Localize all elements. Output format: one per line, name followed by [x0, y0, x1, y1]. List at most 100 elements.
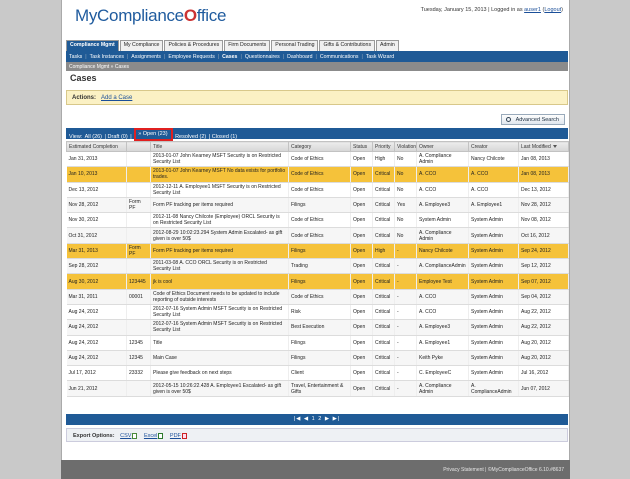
table-row[interactable]: Jul 17, 2012 23332 Please give feedback on… — [66, 365, 569, 382]
table-row[interactable]: Nov 28, 2012 Form PF Form PF tracking per … — [66, 197, 569, 214]
logo: MyComplianceOffice — [75, 6, 227, 25]
view-all[interactable]: All (26) — [85, 134, 102, 140]
col-priority[interactable]: Priority — [372, 141, 395, 152]
actions-bar: Actions: Add a Case — [66, 90, 568, 105]
table-row[interactable]: Nov 30, 2012 2012-11-08 Nancy Chilcote (E… — [66, 212, 569, 229]
view-open[interactable]: » Open (23) — [134, 128, 173, 141]
subnav-task-wizard[interactable]: Task Wizard — [366, 54, 394, 60]
table-cell: Yes — [394, 197, 417, 214]
case-title-cell[interactable]: 2013-01-07 John Kearney MSFT No data exi… — [150, 166, 289, 183]
case-title-cell[interactable]: Code of Ethics Document needs to be upda… — [150, 289, 289, 305]
col-ref[interactable] — [126, 141, 151, 152]
col-estimated-completion[interactable]: Estimated Completion — [66, 141, 127, 152]
col-creator[interactable]: Creator — [468, 141, 519, 152]
subnav-dashboard[interactable]: Dashboard — [287, 54, 312, 60]
col-owner[interactable]: Owner — [416, 141, 469, 152]
table-cell: Travel, Entertainment & Gifts — [288, 380, 351, 397]
export-pdf-link[interactable]: PDF — [170, 433, 181, 439]
case-title-cell[interactable]: 2012-07-16 System Admin MSFT Security is… — [150, 304, 289, 321]
case-title-cell[interactable]: Please give feedback on next steps — [150, 365, 289, 382]
subnav-questionnaires[interactable]: Questionnaires — [245, 54, 280, 60]
col-status[interactable]: Status — [350, 141, 373, 152]
case-title-cell[interactable]: 2012-12-11 A. Employee1 MSFT Security is… — [150, 182, 289, 198]
tab-personal-trading[interactable]: Personal Trading — [271, 40, 319, 51]
subnav-employee-requests[interactable]: Employee Requests — [168, 54, 214, 60]
tab-compliance-mgmt[interactable]: Compliance Mgmt — [66, 40, 119, 51]
view-closed[interactable]: Closed (1) — [212, 134, 237, 140]
table-cell: Aug 24, 2012 — [66, 319, 127, 336]
case-title-cell[interactable]: Title — [150, 335, 289, 351]
table-cell — [126, 212, 151, 229]
col-last-modified[interactable]: Last Modified — [518, 141, 569, 152]
table-cell: Aug 22, 2012 — [518, 304, 569, 321]
subnav-cases[interactable]: Cases — [222, 54, 237, 60]
tab-policies[interactable]: Policies & Procedures — [164, 40, 224, 51]
pagination[interactable]: |◀ ◀ 1 2 ▶ ▶| — [66, 414, 568, 425]
table-cell: High — [372, 243, 395, 260]
table-cell: Filings — [288, 350, 351, 367]
view-draft[interactable]: Draft (0) — [108, 134, 128, 140]
col-category[interactable]: Category — [288, 141, 351, 152]
table-cell: Nov 08, 2012 — [518, 212, 569, 229]
table-cell: Jan 08, 2013 — [518, 151, 569, 168]
table-row[interactable]: Aug 24, 2012 12345 Main Case Filings Open Cri… — [66, 350, 569, 367]
case-title-cell[interactable]: Form PF tracking per items required — [150, 197, 289, 214]
table-cell: C. EmployeeC — [416, 365, 469, 382]
case-title-cell[interactable]: 2011-03-08 A. CCO ORCL Security is on Re… — [150, 258, 289, 275]
table-cell: Nov 28, 2012 — [518, 197, 569, 214]
pdf-file-icon[interactable] — [181, 433, 187, 439]
case-title-cell[interactable]: 2012-08-29 10:02:23.294 System Admin Esc… — [150, 227, 289, 244]
table-cell: System Admin — [468, 273, 519, 290]
table-row[interactable]: Sep 28, 2012 2011-03-08 A. CCO ORCL Secur… — [66, 258, 569, 275]
search-icon — [505, 117, 511, 122]
col-title[interactable]: Title — [150, 141, 289, 152]
table-row[interactable]: Mar 31, 2013 Form PF Form PF tracking per … — [66, 243, 569, 260]
table-cell: System Admin — [468, 365, 519, 382]
subnav-tasks[interactable]: Tasks — [69, 54, 82, 60]
col-violation[interactable]: Violation — [394, 141, 417, 152]
table-cell: Nov 28, 2012 — [66, 197, 127, 214]
user-link[interactable]: auser1 — [524, 7, 541, 13]
table-cell: A. Compliance Admin — [416, 380, 469, 397]
case-title-cell[interactable]: 2013-01-07 John Kearney MSFT Security is… — [150, 151, 289, 168]
view-resolved[interactable]: Resolved (2) — [175, 134, 206, 140]
csv-file-icon[interactable] — [132, 433, 138, 439]
table-row[interactable]: Jan 10, 2013 2013-01-07 John Kearney MSFT… — [66, 166, 569, 183]
add-case-link[interactable]: Add a Case — [101, 95, 132, 101]
table-cell: - — [394, 335, 417, 351]
subnav-task-instances[interactable]: Task Instances — [90, 54, 124, 60]
case-title-cell[interactable]: Form PF tracking per items required — [150, 243, 289, 260]
table-row[interactable]: Mar 31, 2011 00001 Code of Ethics Document… — [66, 289, 569, 305]
advanced-search-button[interactable]: Advanced Search — [500, 114, 565, 125]
table-cell: Code of Ethics — [288, 151, 351, 168]
table-row[interactable]: Oct 31, 2012 2012-08-29 10:02:23.294 Syst… — [66, 227, 569, 244]
export-excel-link[interactable]: Excel — [144, 433, 157, 439]
table-row[interactable]: Jun 21, 2012 2012-05-15 10:26:22.428 A. E… — [66, 380, 569, 397]
tab-my-compliance[interactable]: My Compliance — [119, 40, 164, 51]
table-row[interactable]: Aug 30, 2012 123445 jk is cool Filings Open C… — [66, 273, 569, 290]
table-row[interactable]: Aug 24, 2012 12345 Title Filings Open Critica… — [66, 335, 569, 351]
table-cell — [126, 182, 151, 198]
case-title-cell[interactable]: 2012-11-08 Nancy Chilcote (Employee) ORC… — [150, 212, 289, 229]
table-row[interactable]: Jan 31, 2013 2013-01-07 John Kearney MSFT… — [66, 151, 569, 168]
tab-admin[interactable]: Admin — [376, 40, 399, 51]
case-title-cell[interactable]: 2012-05-15 10:26:22.428 A. Employee1 Esc… — [150, 380, 289, 397]
subnav-assignments[interactable]: Assignments — [131, 54, 161, 60]
table-cell: Mar 31, 2011 — [66, 289, 127, 305]
table-row[interactable]: Aug 24, 2012 2012-07-16 System Admin MSFT… — [66, 304, 569, 321]
table-cell: Critical — [372, 182, 395, 198]
logout-link[interactable]: Logout — [544, 7, 561, 13]
export-csv-link[interactable]: CSV — [120, 433, 131, 439]
table-cell: Open — [350, 273, 373, 290]
tab-gifts[interactable]: Gifts & Contributions — [319, 40, 376, 51]
table-cell: - — [394, 258, 417, 275]
subnav-communications[interactable]: Communications — [320, 54, 359, 60]
case-title-cell[interactable]: Main Case — [150, 350, 289, 367]
case-title-cell[interactable]: jk is cool — [150, 273, 289, 290]
case-title-cell[interactable]: 2012-07-16 System Admin MSFT Security is… — [150, 319, 289, 336]
excel-file-icon[interactable] — [158, 433, 164, 439]
table-cell: A. Employee1 — [468, 197, 519, 214]
table-row[interactable]: Aug 24, 2012 2012-07-16 System Admin MSFT… — [66, 319, 569, 336]
tab-firm-documents[interactable]: Firm Documents — [224, 40, 271, 51]
table-row[interactable]: Dec 13, 2012 2012-12-11 A. Employee1 MSFT… — [66, 182, 569, 198]
